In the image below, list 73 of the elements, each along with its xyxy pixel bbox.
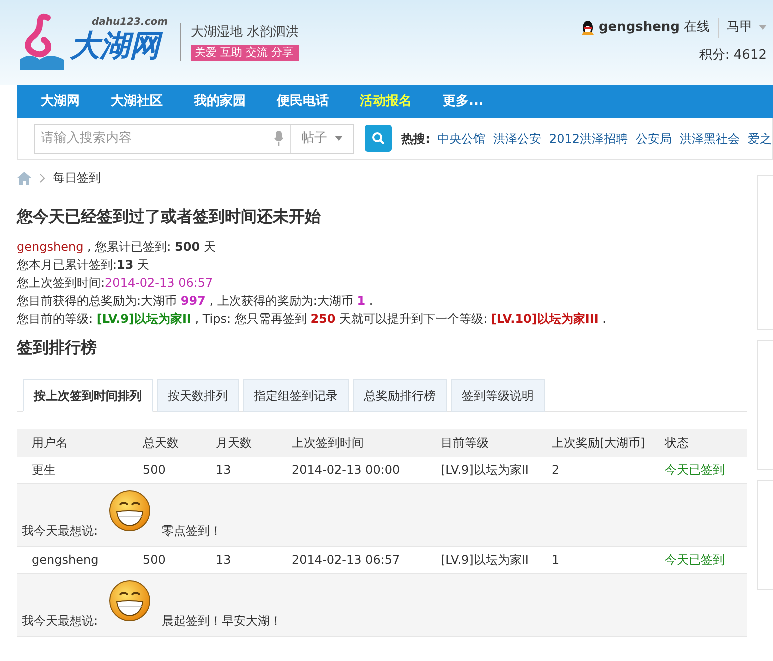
search-icon bbox=[372, 132, 385, 145]
hot-search-link[interactable]: 爱之 bbox=[748, 130, 772, 148]
account-menu[interactable]: 马甲 bbox=[718, 18, 773, 38]
username-link[interactable]: gengsheng bbox=[598, 18, 680, 38]
penguin-icon bbox=[580, 20, 595, 36]
chevron-icon bbox=[40, 174, 45, 182]
table-cell-text: 2 bbox=[552, 462, 561, 479]
ranking-tab[interactable]: 总奖励排行榜 bbox=[353, 379, 447, 412]
column-header: 状态 bbox=[665, 435, 690, 452]
table-cell-text: 更生 bbox=[31, 462, 57, 479]
nav-link[interactable]: 大湖网 bbox=[41, 92, 80, 112]
table-cell-text: 今天已签到 bbox=[665, 552, 726, 569]
stats-line: 您目前获得的总奖励为:大湖币 997 , 上次获得的奖励为:大湖币 1 . bbox=[17, 293, 374, 310]
table-cell-text: 2014-02-13 06:57 bbox=[292, 552, 402, 569]
say-text: 晨起签到！早安大湖！ bbox=[162, 613, 282, 630]
column-header: 月天数 bbox=[216, 435, 253, 452]
logo-domain: dahu123.com bbox=[91, 18, 168, 28]
stats-line: gengsheng , 您累计已签到: 500 天 bbox=[17, 239, 217, 256]
nav-link[interactable]: 更多... bbox=[443, 92, 484, 112]
say-text: 零点签到！ bbox=[162, 523, 222, 540]
points-text: 积分: 4612 bbox=[699, 46, 768, 64]
logo-name: 大湖网 bbox=[70, 28, 168, 66]
table-cell-text: 2014-02-13 00:00 bbox=[292, 462, 402, 479]
search-field[interactable]: 请输入搜索内容 帖子 bbox=[34, 124, 354, 154]
table-cell-text: [LV.9]以坛为家II bbox=[441, 552, 530, 569]
nav-link[interactable]: 活动报名 bbox=[360, 92, 412, 112]
ranking-title: 签到排行榜 bbox=[17, 337, 98, 359]
table-cell-text: 500 bbox=[143, 462, 167, 479]
caret-icon bbox=[759, 25, 767, 30]
hot-search-label: 热搜: bbox=[402, 130, 430, 148]
hot-search-link[interactable]: 洪泽公安 bbox=[493, 130, 542, 148]
say-label: 我今天最想说: bbox=[22, 613, 98, 630]
hot-search-link[interactable]: 公安局 bbox=[636, 130, 672, 148]
hot-search-link[interactable]: 中央公馆 bbox=[437, 130, 486, 148]
caret-icon bbox=[335, 136, 344, 141]
table-cell-text: gengsheng bbox=[31, 552, 100, 569]
ranking-tab[interactable]: 指定组签到记录 bbox=[243, 379, 349, 412]
message-title: 您今天已经签到过了或者签到时间还未开始 bbox=[17, 206, 322, 228]
breadcrumb-link[interactable]: 每日签到 bbox=[53, 169, 101, 187]
ranking-tab[interactable]: 按天数排列 bbox=[157, 379, 239, 412]
hot-search-link[interactable]: 洪泽黑社会 bbox=[680, 130, 740, 148]
nav-link[interactable]: 大湖社区 bbox=[111, 92, 163, 112]
column-header: 用户名 bbox=[31, 435, 69, 452]
grinning-face-icon bbox=[108, 580, 152, 624]
column-header: 上次签到时间 bbox=[292, 435, 365, 452]
column-header: 上次奖励[大湖币] bbox=[552, 435, 646, 452]
stats-line: 您本月已累计签到:13 天 bbox=[17, 257, 151, 274]
online-status: 在线 bbox=[684, 19, 710, 37]
column-header: 总天数 bbox=[143, 435, 180, 452]
stats-line: 您目前的等级: [LV.9]以坛为家II , Tips: 您只需再签到 250 天就可以提升到下一个等级: [LV.10]以坛为家III . bbox=[17, 311, 608, 328]
stats-line: 您上次签到时间:2014-02-13 06:57 bbox=[17, 275, 214, 292]
tagline: 关爱 互助 交流 分享 bbox=[191, 44, 300, 61]
nav-link[interactable]: 便民电话 bbox=[277, 92, 329, 112]
table-cell-text: 1 bbox=[552, 552, 561, 569]
table-cell-text: 500 bbox=[143, 552, 167, 569]
hot-search-link[interactable]: 2012洪泽招聘 bbox=[549, 130, 628, 148]
grinning-face-icon bbox=[108, 490, 152, 534]
home-icon[interactable] bbox=[17, 172, 32, 184]
table-cell-text: 13 bbox=[216, 462, 232, 479]
table-cell-text: [LV.9]以坛为家II bbox=[441, 462, 530, 479]
search-button[interactable] bbox=[365, 125, 392, 152]
ranking-tab[interactable]: 签到等级说明 bbox=[451, 379, 545, 412]
ranking-tab[interactable]: 按上次签到时间排列 bbox=[23, 379, 153, 412]
table-cell-text: 今天已签到 bbox=[665, 462, 726, 479]
nav-link[interactable]: 我的家园 bbox=[194, 92, 246, 112]
slogan: 大湖湿地 水韵泗洪 bbox=[191, 24, 300, 42]
say-label: 我今天最想说: bbox=[22, 523, 98, 540]
flamingo-logo-icon bbox=[18, 12, 66, 72]
search-input[interactable]: 请输入搜索内容 bbox=[35, 128, 274, 148]
microphone-icon[interactable] bbox=[274, 130, 284, 146]
table-cell-text: 13 bbox=[216, 552, 232, 569]
column-header: 目前等级 bbox=[441, 435, 490, 452]
search-type-select[interactable]: 帖子 bbox=[290, 124, 354, 152]
